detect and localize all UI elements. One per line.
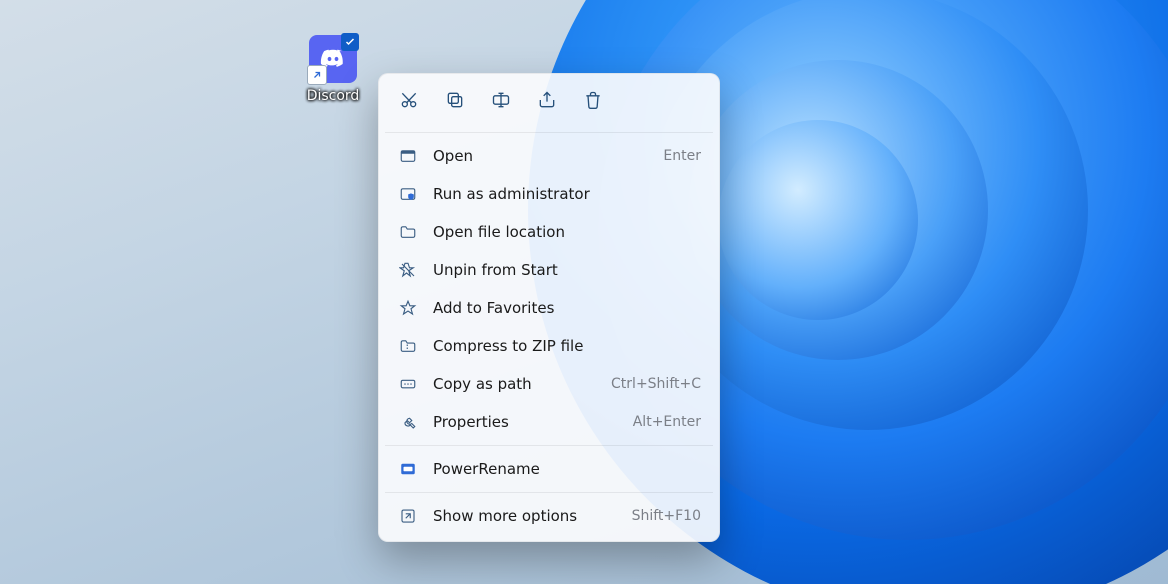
menu-item-unpin-start[interactable]: Unpin from Start	[385, 251, 713, 289]
desktop-shortcut-label: Discord	[305, 88, 362, 104]
menu-item-copy-path[interactable]: Copy as path Ctrl+Shift+C	[385, 365, 713, 403]
menu-item-label: Open	[433, 147, 663, 165]
share-button[interactable]	[527, 84, 567, 120]
menu-separator	[385, 492, 713, 493]
unpin-icon	[397, 259, 419, 281]
path-icon	[397, 373, 419, 395]
cut-icon	[399, 90, 419, 114]
menu-item-label: Show more options	[433, 507, 632, 525]
shortcut-arrow-icon	[307, 65, 327, 85]
menu-item-label: Unpin from Start	[433, 261, 701, 279]
open-icon	[397, 145, 419, 167]
context-menu: Open Enter Run as administrator Open fil…	[378, 73, 720, 542]
rename-button[interactable]	[481, 84, 521, 120]
star-icon	[397, 297, 419, 319]
menu-item-compress-zip[interactable]: Compress to ZIP file	[385, 327, 713, 365]
menu-item-label: Compress to ZIP file	[433, 337, 701, 355]
menu-item-powerrename[interactable]: PowerRename	[385, 450, 713, 488]
menu-item-accelerator: Alt+Enter	[633, 414, 701, 430]
rename-icon	[491, 90, 511, 114]
copy-icon	[445, 90, 465, 114]
menu-item-accelerator: Ctrl+Shift+C	[611, 376, 701, 392]
menu-item-run-admin[interactable]: Run as administrator	[385, 175, 713, 213]
desktop[interactable]: Discord Open Enter	[0, 0, 1168, 584]
menu-separator	[385, 132, 713, 133]
selected-check-icon	[341, 33, 359, 51]
shield-icon	[397, 183, 419, 205]
zip-icon	[397, 335, 419, 357]
menu-separator	[385, 445, 713, 446]
delete-button[interactable]	[573, 84, 613, 120]
menu-item-accelerator: Shift+F10	[632, 508, 701, 524]
copy-button[interactable]	[435, 84, 475, 120]
menu-item-open-location[interactable]: Open file location	[385, 213, 713, 251]
menu-item-label: Run as administrator	[433, 185, 701, 203]
menu-item-label: Properties	[433, 413, 633, 431]
menu-item-add-favorites[interactable]: Add to Favorites	[385, 289, 713, 327]
context-menu-action-row	[385, 80, 713, 128]
menu-item-accelerator: Enter	[663, 148, 701, 164]
cut-button[interactable]	[389, 84, 429, 120]
menu-item-label: Open file location	[433, 223, 701, 241]
wrench-icon	[397, 411, 419, 433]
menu-item-label: Add to Favorites	[433, 299, 701, 317]
menu-item-more-options[interactable]: Show more options Shift+F10	[385, 497, 713, 535]
menu-item-properties[interactable]: Properties Alt+Enter	[385, 403, 713, 441]
delete-icon	[583, 90, 603, 114]
share-icon	[537, 90, 557, 114]
more-options-icon	[397, 505, 419, 527]
powerrename-icon	[397, 458, 419, 480]
discord-app-icon	[309, 35, 357, 83]
menu-item-open[interactable]: Open Enter	[385, 137, 713, 175]
menu-item-label: Copy as path	[433, 375, 611, 393]
desktop-shortcut-discord[interactable]: Discord	[300, 35, 366, 104]
folder-icon	[397, 221, 419, 243]
menu-item-label: PowerRename	[433, 460, 701, 478]
